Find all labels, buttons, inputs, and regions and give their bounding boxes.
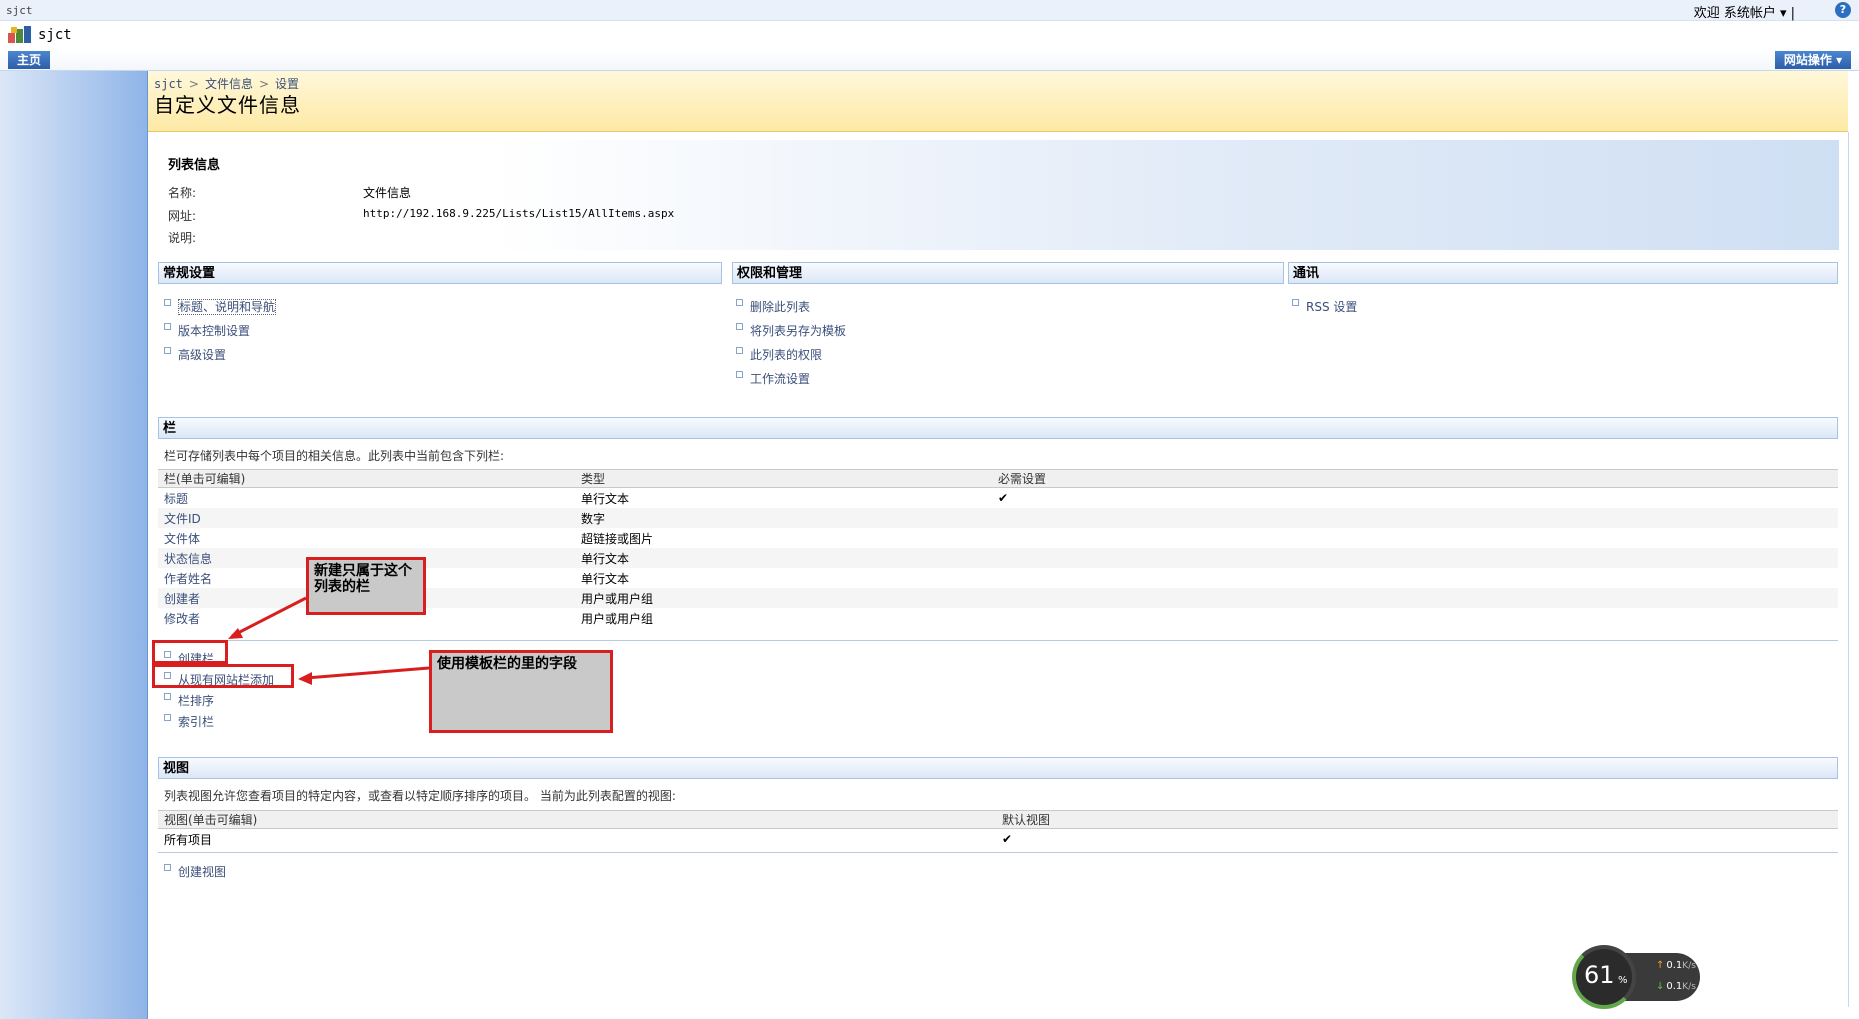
communications-header: 通讯 (1288, 262, 1838, 284)
site-title[interactable]: sjct (38, 27, 72, 43)
views-header: 视图 (158, 757, 1838, 779)
network-speed-widget[interactable]: 61 % ↑ 0.1K/s ↓ 0.1K/s (1572, 945, 1700, 1009)
table-row: 所有项目 ✔ (158, 829, 1838, 850)
download-arrow-icon: ↓ (1656, 981, 1665, 992)
url-label: 网址: (168, 209, 197, 223)
columns-header: 栏 (158, 417, 1838, 439)
column-type: 用户或用户组 (575, 588, 992, 608)
views-description: 列表视图允许您查看项目的特定内容，或查看以特定顺序排序的项目。 当前为此列表配置… (164, 789, 676, 803)
link-indexed-columns[interactable]: 索引栏 (164, 713, 214, 730)
link-workflow-settings[interactable]: 工作流设置 (736, 370, 810, 387)
views-table: 视图(单击可编辑) 默认视图 所有项目 ✔ (158, 810, 1838, 849)
checkmark-icon: ✔ (998, 491, 1009, 505)
columns-description: 栏可存储列表中每个项目的相关信息。此列表中当前包含下列栏: (164, 449, 505, 463)
divider (158, 852, 1838, 853)
download-speed: ↓ 0.1K/s (1656, 981, 1696, 992)
table-row: 文件ID 数字 (158, 508, 1838, 528)
bullet-icon (164, 347, 171, 354)
view-name-link[interactable]: 所有项目 (158, 829, 996, 850)
top-bar: sjct 欢迎 系统帐户 ▾ | ? (0, 0, 1859, 21)
view-header-name: 视图(单击可编辑) (158, 810, 996, 829)
column-type: 数字 (575, 508, 992, 528)
column-type: 超链接或图片 (581, 531, 654, 546)
page-title-area: sjct > 文件信息 > 设置 自定义文件信息 (148, 71, 1848, 132)
name-label: 名称: (168, 186, 197, 200)
tab-home[interactable]: 主页 (8, 51, 50, 69)
bullet-icon (736, 347, 743, 354)
link-save-as-template[interactable]: 将列表另存为模板 (736, 322, 846, 339)
view-header-default: 默认视图 (996, 810, 1838, 829)
column-header-required: 必需设置 (992, 469, 1838, 488)
site-logo-icon (8, 26, 31, 43)
required-cell (992, 588, 1838, 608)
link-create-view[interactable]: 创建视图 (164, 863, 226, 880)
top-site-name: sjct (6, 4, 33, 17)
divider (158, 640, 1838, 641)
site-actions-menu[interactable]: 网站操作 ▾ (1775, 51, 1851, 69)
annotation-callout-template-fields: 使用模板栏的里的字段 (429, 650, 613, 733)
required-cell (992, 568, 1838, 588)
column-type: 单行文本 (581, 491, 630, 506)
column-name-link[interactable]: 文件体 (158, 528, 575, 548)
bullet-icon (164, 693, 171, 700)
annotation-callout-new-column: 新建只属于这个列表的栏 (306, 557, 426, 615)
link-versioning-settings[interactable]: 版本控制设置 (164, 322, 250, 339)
permissions-header: 权限和管理 (732, 262, 1284, 284)
list-info-heading: 列表信息 (168, 158, 221, 173)
list-info-panel: 列表信息 名称: 文件信息 网址: http://192.168.9.225/L… (156, 140, 1839, 250)
link-advanced-settings[interactable]: 高级设置 (164, 346, 226, 363)
checkmark-icon: ✔ (1002, 832, 1013, 846)
highlight-add-from-site-columns (152, 664, 294, 688)
url-value: http://192.168.9.225/Lists/List15/AllIte… (363, 207, 675, 220)
link-list-permissions[interactable]: 此列表的权限 (736, 346, 822, 363)
link-rss-settings[interactable]: RSS 设置 (1292, 298, 1357, 315)
name-value: 文件信息 (363, 186, 412, 200)
bullet-icon (736, 323, 743, 330)
table-row: 标题 单行文本 ✔ (158, 488, 1838, 509)
required-cell (992, 528, 1838, 548)
cpu-percent-sign: % (1618, 975, 1628, 986)
upload-speed: ↑ 0.1K/s (1656, 960, 1696, 971)
table-row: 文件体 超链接或图片 (158, 528, 1838, 548)
column-name-link[interactable]: 标题 (158, 488, 575, 509)
column-name-link[interactable]: 文件ID (158, 508, 575, 528)
cpu-percent: 61 (1584, 961, 1615, 989)
description-label: 说明: (168, 231, 197, 245)
general-settings-header: 常规设置 (158, 262, 722, 284)
link-delete-list[interactable]: 删除此列表 (736, 298, 810, 315)
highlight-create-column (152, 640, 228, 664)
bullet-icon (164, 864, 171, 871)
bullet-icon (164, 714, 171, 721)
column-type: 用户或用户组 (581, 611, 654, 626)
required-cell (992, 608, 1838, 628)
bullet-icon (164, 323, 171, 330)
column-type: 单行文本 (581, 571, 630, 586)
top-nav: 主页 网站操作 ▾ (0, 50, 1859, 71)
bullet-icon (1292, 299, 1299, 306)
column-header-type: 类型 (575, 469, 992, 488)
link-title-description-navigation[interactable]: 标题、说明和导航 (164, 298, 277, 315)
site-header: sjct (0, 21, 1859, 49)
link-column-ordering[interactable]: 栏排序 (164, 692, 214, 709)
column-header-name: 栏(单击可编辑) (158, 469, 575, 488)
welcome-menu[interactable]: 欢迎 系统帐户 ▾ | (1694, 2, 1795, 21)
required-cell (992, 548, 1838, 568)
bullet-icon (736, 299, 743, 306)
upload-arrow-icon: ↑ (1656, 960, 1665, 971)
left-navigation (0, 71, 148, 1019)
bullet-icon (736, 371, 743, 378)
required-cell (992, 508, 1838, 528)
page-title: 自定义文件信息 (154, 93, 301, 117)
column-type: 单行文本 (575, 548, 992, 568)
bullet-icon (164, 299, 171, 306)
help-icon[interactable]: ? (1835, 2, 1851, 18)
